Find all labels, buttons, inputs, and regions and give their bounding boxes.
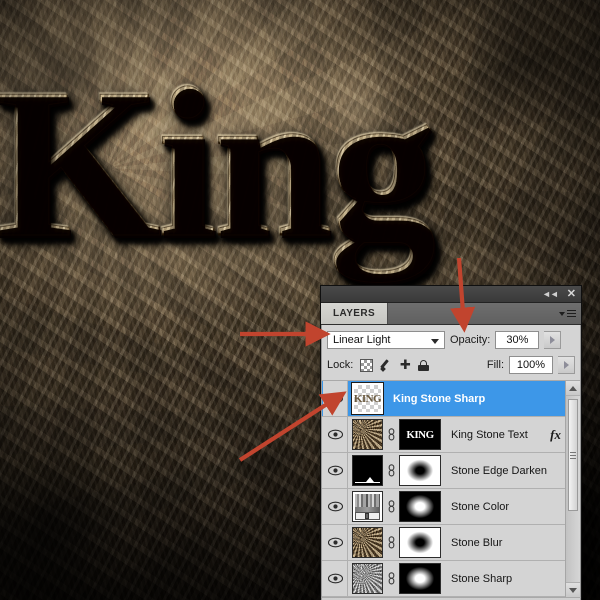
layer-mask-thumbnail[interactable] bbox=[399, 455, 441, 486]
layer-thumbnail[interactable]: KING bbox=[351, 382, 384, 415]
panel-body: Linear Light Opacity: 30% Lock: ✚ Fill: … bbox=[321, 325, 581, 597]
link-mask-icon[interactable] bbox=[386, 536, 396, 549]
scroll-up-icon[interactable] bbox=[566, 381, 580, 396]
levels-knob-icon bbox=[365, 513, 370, 519]
opacity-input[interactable]: 30% bbox=[495, 330, 540, 349]
scroll-down-icon[interactable] bbox=[566, 582, 580, 597]
fill-slider-button[interactable] bbox=[558, 356, 575, 374]
lock-position-icon[interactable]: ✚ bbox=[399, 358, 411, 371]
layer-row-king-stone-text[interactable]: KING King Stone Text fx bbox=[322, 417, 580, 453]
eye-icon bbox=[327, 429, 343, 440]
eye-icon bbox=[327, 501, 343, 512]
levels-slider-icon bbox=[355, 512, 380, 520]
close-icon[interactable]: ✕ bbox=[567, 288, 576, 300]
visibility-toggle[interactable] bbox=[323, 381, 348, 416]
collapse-double-arrow-icon[interactable]: ◄◄ bbox=[542, 289, 559, 299]
panel-menu-triangle-icon bbox=[559, 311, 565, 316]
panel-menu-bars-icon bbox=[567, 309, 576, 318]
layer-mask-content: KING bbox=[406, 428, 434, 441]
layer-thumbnail[interactable] bbox=[352, 563, 383, 594]
fill-input[interactable]: 100% bbox=[509, 356, 553, 374]
layer-thumbnail[interactable] bbox=[352, 455, 383, 486]
play-triangle-icon bbox=[563, 361, 569, 369]
link-mask-icon[interactable] bbox=[386, 428, 396, 441]
layer-list-scrollbar[interactable] bbox=[565, 381, 580, 597]
layer-mask-thumbnail[interactable] bbox=[399, 527, 441, 558]
scrollbar-grip-icon bbox=[570, 451, 576, 459]
layer-name[interactable]: King Stone Sharp bbox=[393, 393, 485, 405]
layer-mask-thumbnail[interactable] bbox=[399, 491, 441, 522]
layer-thumbnail-content: KING bbox=[353, 392, 382, 405]
scrollbar-thumb[interactable] bbox=[568, 399, 578, 511]
layer-row-stone-sharp[interactable]: Stone Sharp bbox=[322, 561, 580, 597]
layer-name[interactable]: Stone Blur bbox=[451, 537, 502, 549]
eye-icon bbox=[327, 393, 343, 404]
curves-marker-icon bbox=[366, 477, 375, 482]
lock-transparent-pixels-icon[interactable] bbox=[360, 358, 374, 372]
layer-thumbnail[interactable] bbox=[352, 527, 383, 558]
layer-list: KING King Stone Sharp KING King Stone Te… bbox=[322, 381, 580, 597]
layer-thumbnail[interactable] bbox=[352, 419, 383, 450]
opacity-slider-button[interactable] bbox=[544, 330, 562, 349]
lock-icons-group: ✚ bbox=[360, 358, 430, 372]
layer-row-stone-blur[interactable]: Stone Blur bbox=[322, 525, 580, 561]
eye-icon bbox=[327, 573, 343, 584]
panel-tab-row: LAYERS bbox=[321, 303, 581, 325]
lock-image-pixels-icon[interactable] bbox=[380, 359, 392, 371]
opacity-label: Opacity: bbox=[450, 333, 491, 346]
lock-fill-row: Lock: ✚ Fill: 100% bbox=[322, 353, 580, 381]
layer-mask-thumbnail[interactable] bbox=[399, 563, 441, 594]
histogram-icon bbox=[355, 494, 380, 507]
lock-label: Lock: bbox=[327, 359, 354, 371]
layer-name[interactable]: King Stone Text bbox=[451, 429, 528, 441]
panel-titlebar: ◄◄ ✕ bbox=[321, 286, 581, 303]
fill-group: Fill: 100% bbox=[487, 356, 575, 374]
blend-mode-select[interactable]: Linear Light bbox=[327, 330, 445, 349]
curves-baseline-icon bbox=[355, 482, 380, 483]
screenshot-stage: King King ◄◄ ✕ LAYERS Linear Light Opaci… bbox=[0, 0, 600, 600]
layer-style-fx-icon[interactable]: fx bbox=[550, 427, 561, 443]
link-mask-icon[interactable] bbox=[386, 572, 396, 585]
layer-mask-thumbnail[interactable]: KING bbox=[399, 419, 441, 450]
layers-panel: ◄◄ ✕ LAYERS Linear Light Opacity: 30% Lo… bbox=[321, 286, 581, 600]
blend-opacity-row: Linear Light Opacity: 30% bbox=[322, 325, 580, 353]
play-triangle-icon bbox=[549, 335, 555, 344]
visibility-toggle[interactable] bbox=[323, 561, 348, 596]
layer-row-stone-color[interactable]: Stone Color bbox=[322, 489, 580, 525]
visibility-toggle[interactable] bbox=[323, 525, 348, 560]
layer-row-stone-edge-darken[interactable]: Stone Edge Darken bbox=[322, 453, 580, 489]
link-mask-icon[interactable] bbox=[386, 500, 396, 513]
tab-row-filler bbox=[388, 303, 559, 324]
chevron-down-icon bbox=[431, 338, 439, 344]
panel-menu-icon[interactable] bbox=[559, 303, 581, 324]
visibility-toggle[interactable] bbox=[323, 417, 348, 452]
visibility-toggle[interactable] bbox=[323, 453, 348, 488]
link-mask-icon[interactable] bbox=[386, 464, 396, 477]
visibility-toggle[interactable] bbox=[323, 489, 348, 524]
eye-icon bbox=[327, 537, 343, 548]
eye-icon bbox=[327, 465, 343, 476]
tab-layers[interactable]: LAYERS bbox=[321, 303, 389, 324]
layer-row-king-stone-sharp[interactable]: KING King Stone Sharp bbox=[322, 381, 580, 417]
layer-name[interactable]: Stone Edge Darken bbox=[451, 465, 547, 477]
fill-label: Fill: bbox=[486, 359, 504, 371]
layer-name[interactable]: Stone Color bbox=[451, 501, 509, 513]
layer-name[interactable]: Stone Sharp bbox=[451, 573, 512, 585]
layer-thumbnail[interactable] bbox=[352, 491, 383, 522]
lock-all-icon[interactable] bbox=[418, 359, 430, 371]
blend-mode-value: Linear Light bbox=[333, 333, 391, 346]
